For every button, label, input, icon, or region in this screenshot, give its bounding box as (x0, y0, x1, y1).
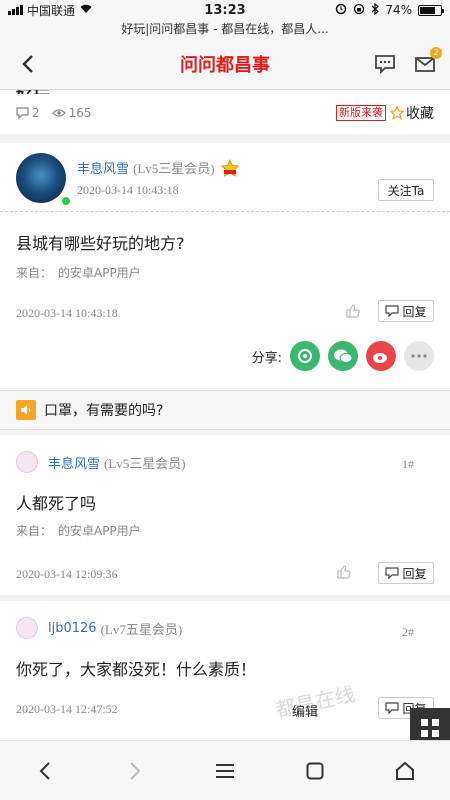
browser-tabs-button[interactable] (295, 751, 335, 791)
carrier-name: 中国联通 (27, 3, 76, 18)
speaker-icon (16, 400, 36, 420)
reply-time: 2020-03-14 12:47:52 (16, 702, 118, 716)
comment-count: 2 (32, 106, 40, 120)
notice-text: 口罩，有需要的吗? (44, 403, 164, 419)
browser-forward-button[interactable] (115, 751, 155, 791)
wifi-icon (79, 3, 93, 17)
notice-bar[interactable]: 口罩，有需要的吗? (0, 390, 450, 430)
op-post-time: 2020-03-14 10:43:18 (77, 183, 179, 197)
weibo-icon (373, 353, 387, 363)
divider (0, 211, 450, 212)
avatar[interactable] (16, 617, 38, 639)
tabs-icon (306, 762, 324, 779)
comment-icon (385, 567, 400, 579)
reply-from: 来自： 的安卓APP用户 (16, 524, 141, 538)
browser-back-button[interactable] (25, 751, 65, 791)
app-header: 问问都昌事 2 (0, 38, 450, 90)
home-icon (396, 761, 414, 780)
comment-icon (16, 107, 29, 119)
reply-text: 你死了，大家都没死！什么素质！ (16, 660, 257, 679)
reply-label: 回复 (402, 566, 427, 581)
battery-percent: 74% (385, 3, 412, 17)
battery-icon (418, 4, 444, 16)
browser-menu-button[interactable] (205, 751, 245, 791)
moments-icon (298, 349, 312, 363)
new-version-tag[interactable]: 新版来袭 (336, 105, 386, 121)
reply-card: 丰息风雪 (Lv5三星会员) 1# 人都死了吗 来自： 的安卓APP用户 202… (0, 435, 450, 595)
reply-user-level: (Lv5三星会员) (104, 456, 186, 471)
view-count: 165 (68, 106, 92, 120)
comment-icon (385, 702, 400, 714)
chevron-left-icon (39, 761, 50, 780)
message-button[interactable] (374, 54, 396, 74)
floor-number: 1# (402, 457, 414, 471)
status-bar: 中国联通 13:23 74% (0, 0, 450, 20)
chevron-left-icon (22, 54, 33, 73)
crown-star-icon (220, 158, 240, 177)
chevron-right-icon (130, 761, 141, 780)
mail-badge: 2 (430, 46, 442, 59)
browser-toolbar (0, 740, 450, 800)
share-row: 分享: (252, 341, 434, 371)
op-post-text: 县城有哪些好玩的地方? (16, 234, 185, 253)
reply-time: 2020-03-14 12:09:36 (16, 567, 118, 581)
online-status-dot (60, 195, 72, 207)
reply-username[interactable]: ljb0126 (48, 621, 97, 636)
reply-card: ljb0126 (Lv7五星会员) 2# 你死了，大家都没死！什么素质！ 编辑 … (0, 601, 450, 740)
op-from: 来自： 的安卓APP用户 (16, 266, 141, 280)
op-post-card: 丰息风雪 (Lv5三星会员) 2020-03-14 10:43:18 关注Ta … (0, 143, 450, 388)
lock-rotation-icon (353, 3, 365, 18)
avatar[interactable] (16, 451, 38, 473)
op-username[interactable]: 丰息风雪 (77, 158, 129, 177)
share-moments-button[interactable] (290, 341, 320, 371)
signal-icon (8, 5, 23, 15)
reply-button[interactable]: 回复 (378, 562, 434, 584)
edit-button[interactable]: 编辑 (292, 701, 318, 720)
op-user-level: (Lv5三星会员) (133, 161, 215, 176)
browser-home-button[interactable] (385, 751, 425, 791)
share-wechat-button[interactable] (328, 341, 358, 371)
menu-icon (216, 763, 234, 778)
op-reply-button[interactable]: 回复 (378, 300, 434, 322)
follow-button[interactable]: 关注Ta (378, 179, 434, 201)
wechat-icon (334, 349, 353, 363)
chat-icon (375, 54, 395, 74)
favorite-button[interactable]: 收藏 (390, 103, 434, 123)
share-label: 分享: (251, 350, 282, 366)
share-weibo-button[interactable] (366, 341, 396, 371)
share-more-button[interactable] (404, 341, 434, 371)
eye-icon (51, 109, 66, 117)
grid-icon (421, 719, 439, 737)
post-stats: 2 165 新版来袭 收藏 (0, 94, 450, 132)
op-time-footer: 2020-03-14 10:43:18 (16, 306, 118, 320)
reply-label: 回复 (402, 304, 427, 319)
floor-number: 2# (402, 625, 414, 639)
reply-user-level: (Lv7五星会员) (100, 622, 183, 637)
star-icon (390, 106, 404, 120)
alarm-icon (335, 3, 347, 18)
back-button[interactable] (0, 38, 56, 90)
reply-text: 人都死了吗 (16, 494, 97, 513)
mail-button[interactable]: 2 (414, 46, 442, 74)
avatar[interactable] (16, 153, 66, 203)
more-icon (411, 354, 427, 358)
thumbs-up-icon[interactable] (336, 564, 352, 580)
favorite-label: 收藏 (406, 106, 434, 122)
thread-content: 好玩 2 165 新版来袭 收藏 丰息风雪 (Lv5三星会员) 2020-03-… (0, 90, 450, 740)
comment-icon (385, 305, 400, 317)
bluetooth-icon (371, 2, 380, 18)
page-url-title: 好玩|问问都昌事 - 都昌在线，都昌人... (0, 20, 450, 38)
reply-username[interactable]: 丰息风雪 (48, 453, 100, 472)
thumbs-up-icon[interactable] (345, 303, 361, 319)
